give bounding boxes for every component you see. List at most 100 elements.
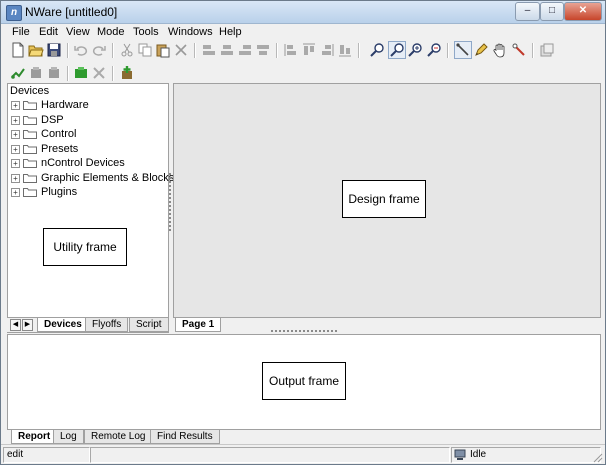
tree-item-label: Plugins [41, 186, 78, 198]
expand-icon[interactable]: + [11, 101, 20, 110]
tools-icon[interactable] [91, 65, 107, 81]
expand-icon[interactable]: + [11, 188, 20, 197]
tree-item-label: Hardware [41, 99, 89, 111]
menu-file[interactable]: File [12, 26, 30, 38]
main-toolbar [3, 41, 603, 61]
paste-icon[interactable] [155, 42, 171, 58]
undo-icon[interactable] [73, 42, 89, 58]
cut-icon[interactable] [119, 42, 135, 58]
status-state-cell: Idle [451, 447, 601, 463]
distribute-top-icon[interactable] [301, 42, 317, 58]
title-bar[interactable]: n NWare [untitled0] – □ ✕ [1, 1, 605, 24]
nware-app-icon[interactable]: n [6, 5, 22, 21]
align-justify-icon[interactable] [255, 42, 271, 58]
zoom-fit-icon[interactable] [426, 42, 442, 58]
menu-edit[interactable]: Edit [39, 26, 58, 38]
expand-icon[interactable]: + [11, 144, 20, 154]
wire-tool-icon[interactable] [454, 41, 472, 59]
expand-icon[interactable]: + [11, 115, 20, 125]
save-icon[interactable] [46, 42, 62, 58]
align-left-icon[interactable] [201, 42, 217, 58]
copy-icon[interactable] [137, 42, 153, 58]
splitter-grip [169, 173, 171, 233]
toolbar-separator [67, 66, 69, 81]
toolbar-separator [194, 43, 196, 58]
folder-icon [23, 130, 37, 139]
tab-report[interactable]: Report [11, 430, 58, 444]
toolbar-separator [112, 43, 114, 58]
tab-log[interactable]: Log [53, 430, 84, 444]
output-tabstrip: Report Log Remote Log Find Results [7, 429, 601, 444]
horizontal-splitter[interactable] [271, 330, 337, 332]
resize-grip-icon[interactable] [591, 451, 603, 463]
tab-devices[interactable]: Devices [37, 318, 89, 332]
zoom-in-icon[interactable] [407, 42, 423, 58]
distribute-left-icon[interactable] [283, 42, 299, 58]
redo-icon[interactable] [91, 42, 107, 58]
window-title: NWare [untitled0] [25, 5, 118, 19]
device-alt-icon[interactable] [46, 65, 62, 81]
toolbar-separator [532, 43, 534, 58]
align-center-icon[interactable] [219, 42, 235, 58]
pen-tool-icon[interactable] [473, 42, 489, 58]
probe-tool-icon[interactable] [511, 42, 527, 58]
design-frame-callout: Design frame [342, 180, 426, 218]
close-button[interactable]: ✕ [564, 2, 602, 21]
app-window: n NWare [untitled0] – □ ✕ File Edit View… [0, 0, 606, 465]
align-right-icon[interactable] [237, 42, 253, 58]
zoom-out-icon[interactable] [369, 42, 385, 58]
properties-icon[interactable] [539, 42, 555, 58]
status-bar: edit Idle [1, 444, 605, 464]
build-icon[interactable] [73, 65, 89, 81]
minimize-button[interactable]: – [515, 2, 540, 21]
delete-icon[interactable] [173, 42, 189, 58]
menu-view[interactable]: View [66, 26, 90, 38]
toolbar-separator [358, 43, 360, 58]
tab-scroll-right-button[interactable]: ▶ [22, 319, 33, 331]
menu-help[interactable]: Help [219, 26, 242, 38]
status-mode: edit [3, 447, 90, 463]
computer-icon [454, 449, 466, 460]
toolbar-separator [276, 43, 278, 58]
expand-icon[interactable]: + [11, 173, 20, 183]
expand-icon[interactable]: + [11, 159, 20, 168]
tab-remote-log[interactable]: Remote Log [84, 430, 153, 444]
maximize-button[interactable]: □ [540, 2, 564, 21]
connect-icon[interactable] [10, 65, 26, 81]
tab-page-1[interactable]: Page 1 [175, 318, 222, 332]
folder-icon [23, 115, 37, 125]
utility-frame: Devices + Hardware + DSP + Control + Pre… [7, 83, 174, 333]
tab-script[interactable]: Script [129, 318, 169, 332]
folder-icon [23, 188, 37, 197]
design-frame[interactable]: Design frame [173, 83, 601, 319]
design-tabstrip: Page 1 [173, 317, 601, 332]
tree-item-label: DSP [41, 113, 64, 126]
expand-icon[interactable]: + [11, 130, 20, 139]
distribute-right-icon[interactable] [319, 42, 335, 58]
device-toolbar [3, 64, 603, 84]
hand-tool-icon[interactable] [492, 42, 508, 58]
menu-bar: File Edit View Mode Tools Windows Help [1, 24, 605, 41]
toolbar-separator [112, 66, 114, 81]
tab-find-results[interactable]: Find Results [150, 430, 220, 444]
zoom-icon[interactable] [388, 41, 406, 59]
status-message [90, 447, 450, 463]
menu-mode[interactable]: Mode [97, 26, 125, 38]
vertical-splitter[interactable] [168, 83, 172, 331]
output-frame-callout: Output frame [262, 362, 346, 400]
tree-item-label: Graphic Elements & Blocks [41, 171, 175, 184]
open-folder-icon[interactable] [28, 42, 44, 58]
folder-icon [23, 173, 37, 183]
new-file-icon[interactable] [10, 42, 26, 58]
device-icon[interactable] [28, 65, 44, 81]
distribute-bottom-icon[interactable] [337, 42, 353, 58]
utility-frame-callout: Utility frame [43, 228, 127, 266]
status-state: Idle [470, 449, 487, 460]
folder-icon [23, 144, 37, 154]
tab-scroll-left-button[interactable]: ◀ [10, 319, 21, 331]
tree-item-label: Control [41, 128, 77, 140]
menu-tools[interactable]: Tools [133, 26, 159, 38]
tab-flyoffs[interactable]: Flyoffs [85, 318, 129, 332]
menu-windows[interactable]: Windows [168, 26, 213, 38]
add-device-icon[interactable] [119, 65, 135, 81]
